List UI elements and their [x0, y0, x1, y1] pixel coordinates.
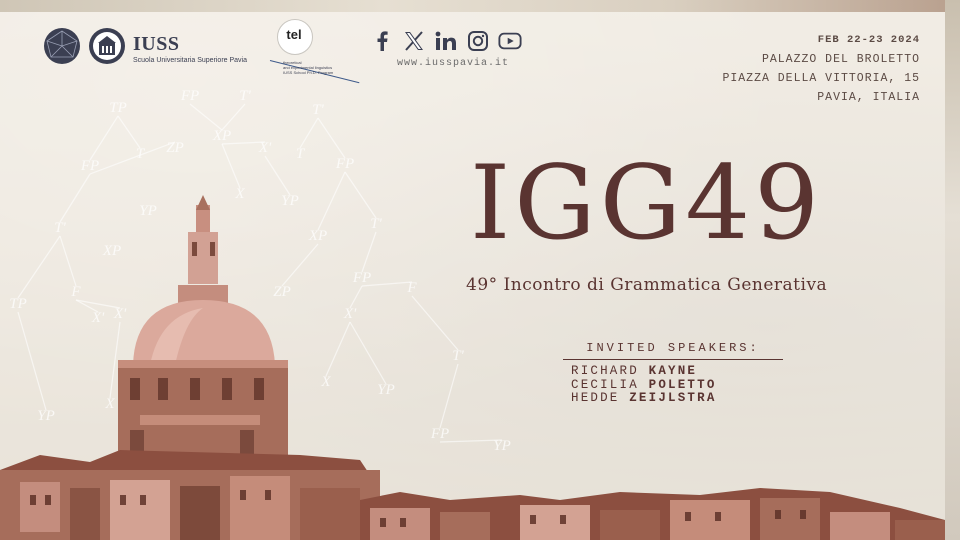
institution-subtitle: Scuola Universitaria Superiore Pavia	[133, 57, 247, 64]
invited-speakers: INVITED SPEAKERS: RICHARD KAYNE CECILIA …	[563, 341, 783, 406]
event-venue: PALAZZO DEL BROLETTO	[761, 53, 920, 66]
poster: TP FP T ZP T' XP YP TP F X' X' YP X FP T' XP X' X YP T' T FP X…	[0, 0, 960, 540]
cathedral-dome	[118, 195, 288, 475]
social-links	[370, 29, 522, 53]
tel-caption: theoretical and experimental linguistics…	[283, 60, 334, 75]
event-subtitle: 49° Incontro di Grammatica Generativa	[466, 275, 828, 295]
linkedin-icon[interactable]	[434, 29, 458, 53]
speakers-heading: INVITED SPEAKERS:	[563, 341, 783, 360]
event-title: IGG49	[470, 144, 824, 263]
speaker-name: HEDDE ZEIJLSTRA	[571, 391, 717, 405]
event-info: FEB 22-23 2024 PALAZZO DEL BROLETTO PIAZ…	[722, 31, 920, 107]
event-address: PIAZZA DELLA VITTORIA, 15	[722, 72, 920, 85]
x-icon[interactable]	[402, 29, 426, 53]
youtube-icon[interactable]	[498, 29, 522, 53]
website-link[interactable]: www.iusspavia.it	[397, 58, 509, 69]
globe-logo-icon	[44, 28, 80, 64]
tel-badge-text: tel	[286, 27, 302, 42]
instagram-icon[interactable]	[466, 29, 490, 53]
seal-logo-icon	[89, 28, 125, 64]
speaker-name: RICHARD KAYNE	[571, 364, 698, 378]
event-city: PAVIA, ITALIA	[817, 91, 920, 104]
facebook-icon[interactable]	[370, 29, 394, 53]
event-date: FEB 22-23 2024	[817, 34, 920, 46]
speaker-name: CECILIA POLETTO	[571, 377, 717, 392]
institution-name: IUSS	[133, 33, 180, 55]
town-buildings	[0, 450, 945, 540]
